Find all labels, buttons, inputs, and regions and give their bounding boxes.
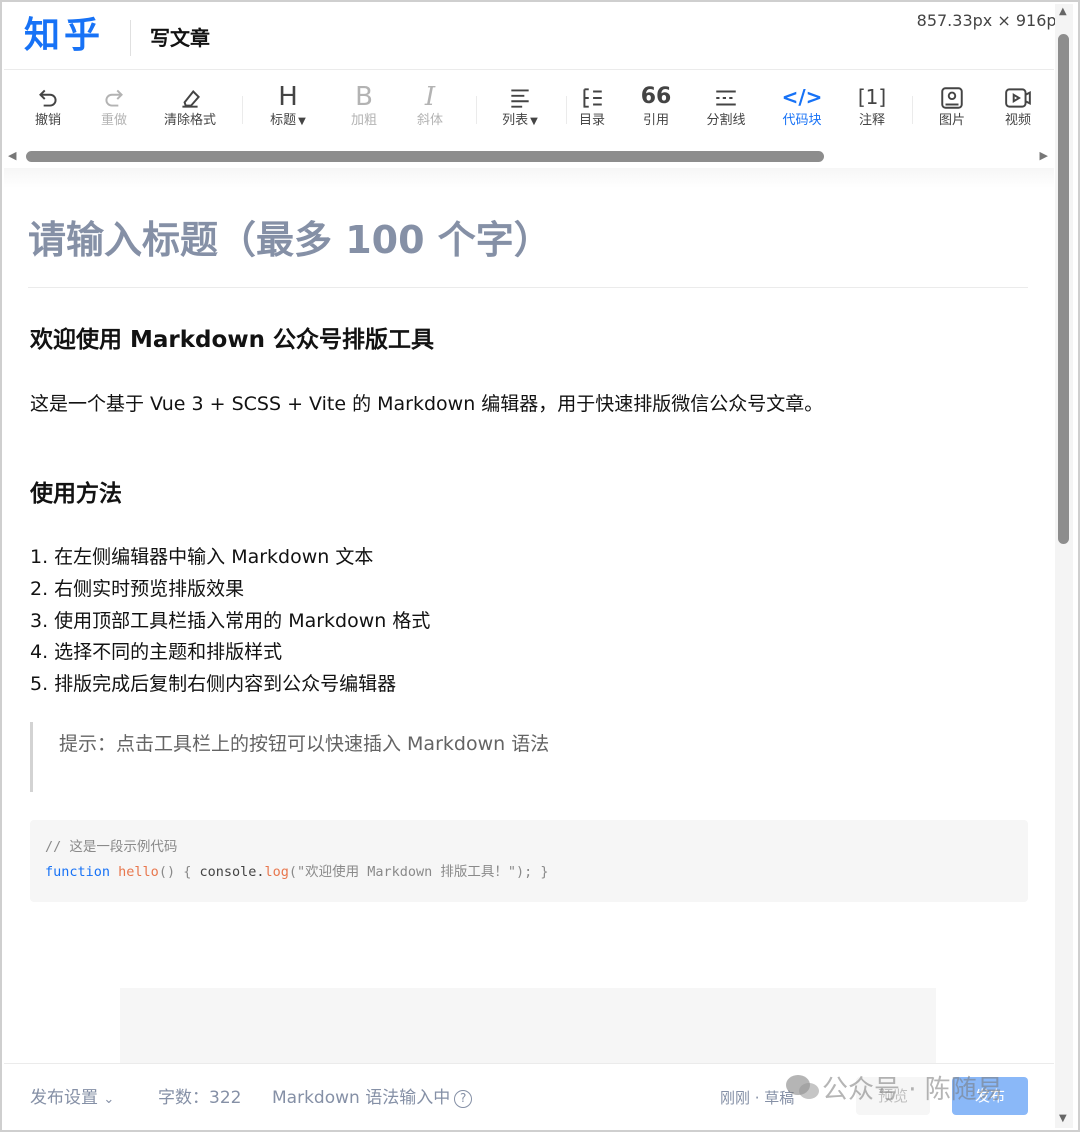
divider-button[interactable]: 分割线 (696, 82, 756, 138)
redo-button[interactable]: 重做 (84, 82, 144, 138)
code-method: log (264, 864, 289, 880)
editor-mode[interactable]: Markdown 语法输入中? (272, 1086, 473, 1110)
list-label: 列表 ▼ (490, 112, 550, 131)
footnote-button[interactable]: [1] 注释 (842, 82, 902, 138)
scroll-up-icon[interactable]: ▲ (1059, 6, 1067, 17)
image-button[interactable]: 图片 (922, 82, 982, 138)
toolbar-separator (476, 96, 477, 124)
bottom-bar: 发布设置 ⌄ 字数：322 Markdown 语法输入中? 刚刚 · 草稿 预览… (4, 1063, 1054, 1129)
list-item: 1. 在左侧编辑器中输入 Markdown 文本 (30, 546, 374, 568)
image-label: 图片 (938, 113, 965, 128)
italic-icon: I (424, 82, 436, 112)
video-icon (988, 82, 1048, 112)
editor-toolbar: 撤销 重做 清除格式 H 标题 ▼ B 加粗 I 斜体 列表 ▼ 目录 66 引… (4, 72, 1054, 146)
video-button[interactable]: 视频 (988, 82, 1048, 138)
title-input[interactable]: 请输入标题（最多 100 个字） (28, 212, 1028, 288)
zhihu-logo[interactable]: 知乎 (24, 14, 104, 58)
wechat-icon (786, 1075, 819, 1099)
watermark: 公众号 · 陈随易 (784, 1070, 1003, 1110)
page-title: 写文章 (150, 26, 210, 50)
undo-button[interactable]: 撤销 (18, 82, 78, 138)
blockquote-text: 提示：点击工具栏上的按钮可以快速插入 Markdown 语法 (59, 733, 550, 755)
list-item: 5. 排版完成后复制右侧内容到公众号编辑器 (30, 673, 397, 696)
toolbar-separator (242, 96, 243, 124)
heading-label: 标题 ▼ (258, 112, 318, 131)
divider-label: 分割线 (706, 113, 746, 128)
bold-icon: B (355, 82, 373, 112)
scroll-right-icon[interactable]: ▶ (1040, 149, 1048, 162)
quote-icon: 66 (640, 84, 672, 109)
redo-label: 重做 (100, 113, 127, 128)
code-block[interactable]: // 这是一段示例代码 function hello() { console.l… (30, 820, 1028, 902)
code-object: console. (199, 864, 265, 880)
toc-button[interactable]: 目录 (562, 82, 622, 138)
clear-format-label: 清除格式 (163, 113, 216, 128)
undo-icon (18, 82, 78, 112)
caret-down-icon: ▼ (530, 116, 538, 127)
header-divider (130, 20, 131, 56)
quote-label: 引用 (642, 113, 669, 128)
footnote-icon: [1] (857, 85, 887, 109)
italic-label: 斜体 (416, 113, 443, 128)
heading-icon: H (278, 82, 298, 112)
bold-label: 加粗 (350, 113, 377, 128)
italic-button[interactable]: I 斜体 (400, 82, 460, 138)
code-line-2: function hello() { console.log("欢迎使用 Mar… (45, 860, 1028, 885)
list-item: 4. 选择不同的主题和排版样式 (30, 641, 283, 664)
word-count: 字数：322 (158, 1088, 242, 1108)
vertical-scrollbar[interactable]: ▲ ▼ (1055, 4, 1073, 1128)
video-label: 视频 (1004, 113, 1031, 128)
eraser-icon (160, 82, 220, 112)
code-parens: () { (158, 864, 192, 880)
list-label-text: 列表 (502, 113, 529, 128)
code-block-label: 代码块 (782, 113, 822, 128)
top-header: 知乎 写文章 (4, 4, 1054, 70)
list-button[interactable]: 列表 ▼ (490, 82, 550, 138)
scrollbar-thumb[interactable] (26, 151, 824, 162)
code-function-name: hello (118, 864, 159, 880)
undo-label: 撤销 (34, 113, 61, 128)
watermark-text: 公众号 · 陈随易 (822, 1075, 1003, 1105)
toc-icon (562, 82, 622, 112)
scroll-down-icon[interactable]: ▼ (1059, 1113, 1067, 1124)
quote-button[interactable]: 66 引用 (626, 82, 686, 138)
scroll-left-icon[interactable]: ◀ (8, 149, 16, 162)
editor-mode-label: Markdown 语法输入中 (272, 1088, 451, 1108)
code-line-1: // 这是一段示例代码 (45, 835, 1028, 860)
code-comment: // 这是一段示例代码 (45, 839, 178, 855)
editor-area[interactable]: 请输入标题（最多 100 个字） 欢迎使用 Markdown 公众号排版工具 这… (4, 190, 1054, 1064)
blockquote: 提示：点击工具栏上的按钮可以快速插入 Markdown 语法 (30, 722, 1030, 792)
image-icon (922, 82, 982, 112)
list-item: 3. 使用顶部工具栏插入常用的 Markdown 格式 (30, 609, 431, 632)
code-block-button[interactable]: </> 代码块 (772, 82, 832, 138)
list-icon (490, 82, 550, 112)
redo-icon (84, 82, 144, 112)
chevron-down-icon: ⌄ (103, 1092, 115, 1107)
toc-label: 目录 (578, 113, 605, 128)
code-icon: </> (781, 85, 823, 109)
heading-button[interactable]: H 标题 ▼ (258, 82, 318, 138)
caret-down-icon: ▼ (298, 116, 306, 127)
list-item: 2. 右侧实时预览排版效果 (30, 577, 245, 600)
publish-settings-button[interactable]: 发布设置 ⌄ (30, 1086, 114, 1112)
content-heading: 欢迎使用 Markdown 公众号排版工具 (30, 327, 434, 353)
clear-format-button[interactable]: 清除格式 (160, 82, 220, 138)
divider-icon (696, 82, 756, 112)
dimension-readout: 857.33px × 916px (916, 11, 1066, 30)
toolbar-shadow (4, 168, 1054, 188)
section-heading: 使用方法 (30, 481, 122, 507)
steps-list: 1. 在左侧编辑器中输入 Markdown 文本 2. 右侧实时预览排版效果 3… (30, 542, 430, 701)
bold-button[interactable]: B 加粗 (334, 82, 394, 138)
footnote-label: 注释 (858, 113, 885, 128)
code-keyword: function (45, 864, 111, 880)
toolbar-separator (912, 96, 913, 124)
horizontal-scrollbar[interactable]: ◀ ▶ (4, 146, 1054, 168)
intro-paragraph: 这是一个基于 Vue 3 + SCSS + Vite 的 Markdown 编辑… (30, 393, 824, 415)
empty-block (120, 988, 936, 1064)
code-argument: ("欢迎使用 Markdown 排版工具！"); } (288, 864, 549, 880)
publish-settings-label: 发布设置 (30, 1088, 98, 1108)
help-icon[interactable]: ? (454, 1090, 473, 1108)
heading-label-text: 标题 (270, 113, 297, 128)
scrollbar-thumb[interactable] (1058, 34, 1069, 544)
